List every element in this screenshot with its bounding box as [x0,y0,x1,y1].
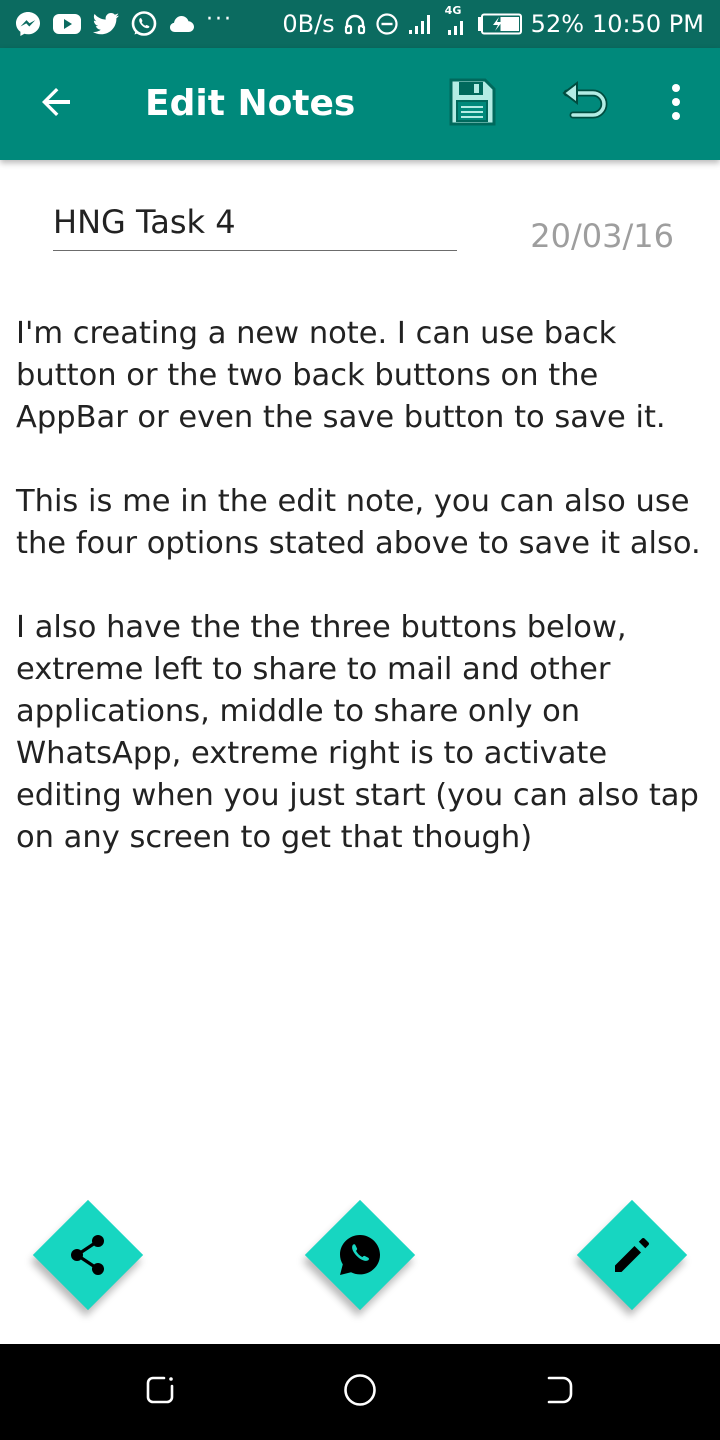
home-icon [342,1372,378,1412]
overflow-menu-icon [670,82,682,126]
note-paragraph: This is me in the edit note, you can als… [16,484,701,561]
back-nav-button[interactable] [534,1366,586,1418]
app-bar: Edit Notes [0,48,720,160]
back-button[interactable] [24,72,88,136]
share-button[interactable] [32,1199,144,1311]
navigation-bar [0,1344,720,1440]
messenger-icon [14,10,42,38]
battery-icon [477,13,523,35]
home-button[interactable] [334,1366,386,1418]
recent-apps-button[interactable] [134,1366,186,1418]
network-type-icon: 4G [443,4,469,38]
whatsapp-icon [305,1200,415,1310]
whatsapp-share-button[interactable] [304,1199,416,1311]
more-notifications-icon: ··· [206,6,233,32]
save-icon [446,76,498,132]
edit-button[interactable] [576,1199,688,1311]
pencil-icon [577,1200,687,1310]
note-date: 20/03/16 [530,217,674,255]
signal-icon [407,12,435,36]
status-right: 0B/s 4G 52% 10:50 PM [282,4,704,40]
dnd-icon [375,12,399,36]
headset-icon [343,12,367,36]
note-body[interactable]: I'm creating a new note. I can use back … [16,313,706,901]
overflow-menu-button[interactable] [644,72,708,136]
share-icon [33,1200,143,1310]
note-paragraph: I also have the the three buttons below,… [16,610,699,855]
status-bar: ··· 0B/s 4G 52% 10:50 PM [0,0,720,48]
page-title: Edit Notes [145,83,356,124]
twitter-icon [92,12,120,36]
youtube-icon [52,11,82,37]
undo-icon [559,80,611,128]
save-button[interactable] [440,72,504,136]
whatsapp-status-icon [130,10,158,38]
note-paragraph: I'm creating a new note. I can use back … [16,316,666,435]
cloud-icon [168,13,196,35]
recent-apps-icon [144,1374,176,1410]
net-speed: 0B/s [282,10,335,38]
notification-icons: ··· [14,6,233,40]
back-arrow-icon [36,82,76,126]
clock: 10:50 PM [592,10,704,38]
note-title-input[interactable]: HNG Task 4 [53,198,457,251]
undo-button[interactable] [553,72,617,136]
back-icon [544,1374,576,1410]
battery-percent: 52% [530,10,585,38]
